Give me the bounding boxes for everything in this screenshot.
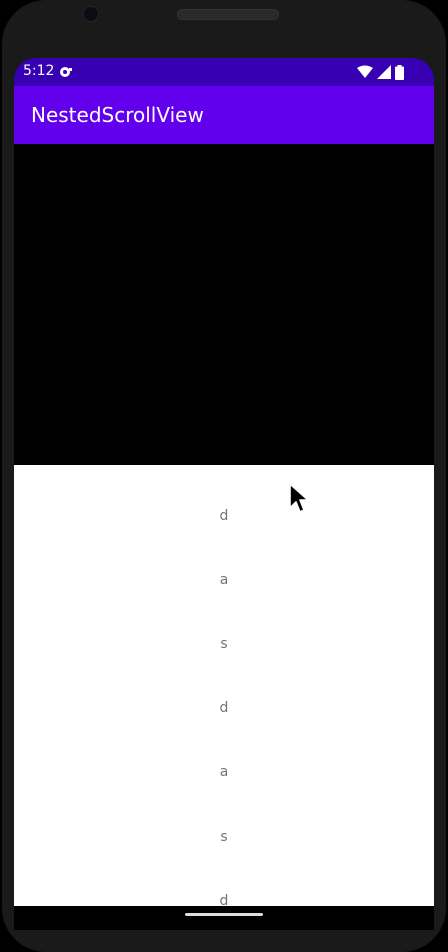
battery-icon — [395, 64, 404, 80]
list-item: d — [219, 893, 229, 906]
list-item: s — [220, 636, 228, 652]
status-icons — [357, 64, 404, 80]
nested-scroll-view[interactable]: d a s d a s d — [14, 465, 434, 906]
list-item: a — [219, 764, 229, 780]
home-indicator[interactable] — [185, 913, 263, 916]
earpiece-speaker — [177, 9, 279, 20]
list-item: d — [219, 508, 229, 524]
status-bar: 5:12 — [14, 58, 434, 86]
device: 5:12 NestedScrollView d a s d a s d — [0, 0, 448, 952]
list-item: d — [219, 700, 229, 716]
wifi-icon — [357, 65, 373, 78]
header-area — [14, 144, 434, 465]
app-bar: NestedScrollView — [14, 86, 434, 144]
signal-icon — [377, 65, 391, 79]
navigation-bar — [14, 906, 434, 930]
front-camera — [83, 6, 99, 22]
notification-icon — [60, 67, 72, 77]
status-time: 5:12 — [23, 63, 55, 79]
app-title: NestedScrollView — [31, 103, 204, 127]
screen: 5:12 NestedScrollView d a s d a s d — [14, 58, 434, 930]
list-item: a — [219, 572, 229, 588]
list-item: s — [220, 829, 228, 845]
mouse-pointer-icon — [289, 483, 309, 513]
